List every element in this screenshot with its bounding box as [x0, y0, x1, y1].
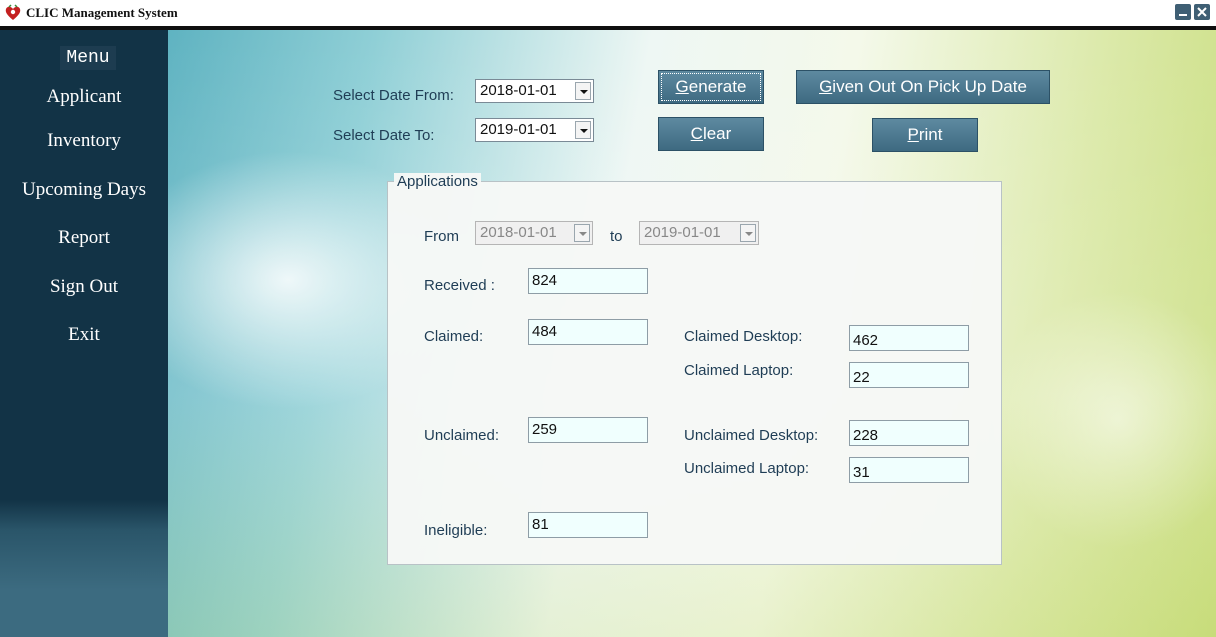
- claimed-laptop-label: Claimed Laptop:: [684, 362, 794, 379]
- sidebar-item-exit[interactable]: Exit: [0, 324, 168, 346]
- clear-mnemonic: C: [690, 124, 703, 143]
- sidebar-item-inventory[interactable]: Inventory: [0, 130, 168, 152]
- claimed-laptop-field[interactable]: 22: [849, 362, 969, 388]
- claimed-field[interactable]: 484: [528, 319, 648, 345]
- generate-button[interactable]: Generate: [658, 70, 764, 104]
- generate-label: enerate: [688, 77, 747, 96]
- chevron-down-icon[interactable]: [575, 121, 591, 139]
- date-from-picker[interactable]: 2018-01-01: [475, 79, 594, 103]
- close-icon: [1197, 7, 1207, 17]
- from-date-picker: 2018-01-01: [475, 221, 593, 245]
- applications-group-title: Applications: [394, 173, 481, 190]
- claimed-desktop-field[interactable]: 462: [849, 325, 969, 351]
- applications-group: Applications From 2018-01-01 to 2019-01-…: [387, 173, 1002, 565]
- received-field[interactable]: 824: [528, 268, 648, 294]
- window-title: CLIC Management System: [26, 5, 178, 20]
- main-panel: Select Date From: 2018-01-01 Select Date…: [168, 30, 1216, 637]
- chevron-down-icon: [740, 224, 756, 242]
- ineligible-field[interactable]: 81: [528, 512, 648, 538]
- unclaimed-field[interactable]: 259: [528, 417, 648, 443]
- generate-mnemonic: G: [675, 77, 689, 96]
- ineligible-label: Ineligible:: [424, 522, 488, 539]
- minimize-button[interactable]: [1175, 4, 1191, 20]
- sidebar-item-report[interactable]: Report: [0, 227, 168, 249]
- unclaimed-desktop-field[interactable]: 228: [849, 420, 969, 446]
- to-label: to: [610, 228, 623, 245]
- given-out-mnemonic: G: [819, 77, 833, 96]
- chevron-down-icon[interactable]: [575, 82, 591, 100]
- unclaimed-label: Unclaimed:: [424, 427, 500, 444]
- app-logo-icon: [5, 4, 21, 20]
- given-out-button[interactable]: Given Out On Pick Up Date: [796, 70, 1050, 104]
- date-to-picker[interactable]: 2019-01-01: [475, 118, 594, 142]
- unclaimed-laptop-field[interactable]: 31: [849, 457, 969, 483]
- title-bar: CLIC Management System: [0, 0, 1216, 26]
- minimize-icon: [1179, 14, 1187, 16]
- close-button[interactable]: [1194, 4, 1210, 20]
- sidebar-item-upcoming-days[interactable]: Upcoming Days: [0, 179, 168, 201]
- unclaimed-laptop-label: Unclaimed Laptop:: [684, 460, 810, 477]
- date-from-value: 2018-01-01: [480, 82, 557, 99]
- from-date-value: 2018-01-01: [480, 224, 557, 241]
- date-to-value: 2019-01-01: [480, 121, 557, 138]
- sidebar-item-sign-out[interactable]: Sign Out: [0, 276, 168, 298]
- date-to-label: Select Date To:: [333, 127, 435, 144]
- print-label: rint: [918, 125, 943, 144]
- received-label: Received :: [424, 277, 495, 294]
- clear-button[interactable]: Clear: [658, 117, 764, 151]
- to-date-value: 2019-01-01: [644, 224, 721, 241]
- claimed-label: Claimed:: [424, 328, 484, 345]
- sidebar: Menu Applicant Inventory Upcoming Days R…: [0, 30, 168, 637]
- unclaimed-desktop-label: Unclaimed Desktop:: [684, 427, 819, 444]
- given-out-label: iven Out On Pick Up Date: [832, 77, 1027, 96]
- sidebar-item-applicant[interactable]: Applicant: [0, 86, 168, 108]
- clear-label: lear: [702, 124, 732, 143]
- from-label: From: [424, 228, 459, 245]
- to-date-picker: 2019-01-01: [639, 221, 759, 245]
- claimed-desktop-label: Claimed Desktop:: [684, 328, 803, 345]
- menu-heading: Menu: [60, 46, 116, 70]
- date-from-label: Select Date From:: [333, 87, 454, 104]
- chevron-down-icon: [574, 224, 590, 242]
- print-mnemonic: P: [907, 125, 919, 144]
- print-button[interactable]: Print: [872, 118, 978, 152]
